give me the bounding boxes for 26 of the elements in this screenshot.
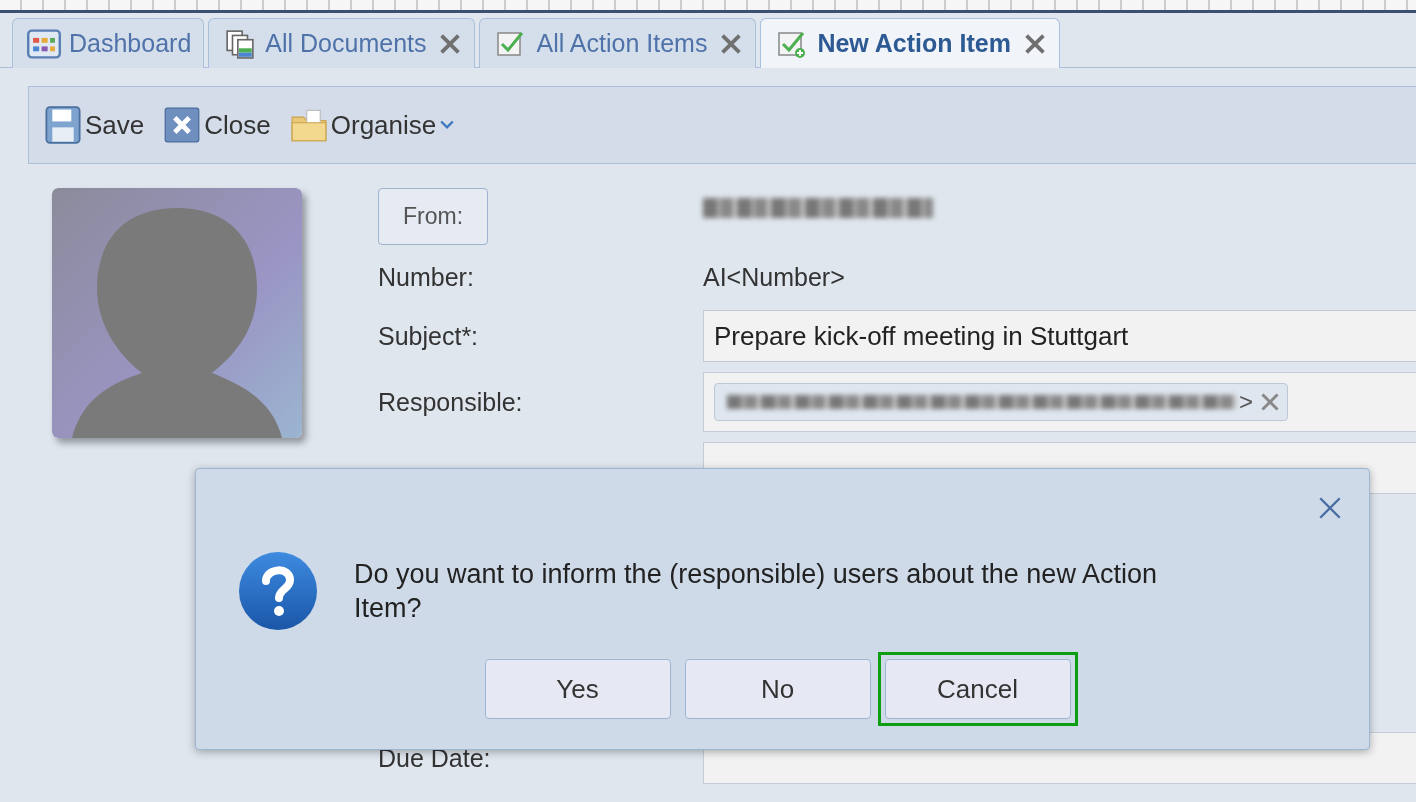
- dialog-button[interactable]: No: [684, 659, 871, 719]
- user-chip[interactable]: >: [714, 383, 1288, 421]
- responsible-field[interactable]: >: [703, 372, 1416, 432]
- tab[interactable]: New Action Item: [760, 18, 1060, 68]
- dialog-message: Do you want to inform the (responsible) users about the new Action Item?: [354, 558, 1158, 625]
- tab[interactable]: All Documents: [208, 18, 476, 68]
- close-icon[interactable]: [1317, 495, 1343, 521]
- field-label: Subject*:: [378, 321, 480, 351]
- toolbar-button[interactable]: Close: [164, 106, 271, 144]
- dialog-button[interactable]: Cancel: [884, 659, 1071, 719]
- question-icon: [238, 551, 318, 631]
- from-button[interactable]: From:: [378, 188, 489, 245]
- toolbar-button[interactable]: Save: [45, 106, 145, 144]
- input-field[interactable]: Prepare kick-off meeting in Stuttgart: [703, 310, 1416, 362]
- close-icon: [164, 106, 201, 144]
- field-label: Responsible:: [378, 387, 524, 417]
- tab[interactable]: Dashboard: [12, 18, 205, 68]
- remove-icon[interactable]: [1261, 393, 1279, 411]
- field-label: Number:: [378, 262, 475, 292]
- chip-text: >: [1239, 388, 1253, 416]
- dialog-button[interactable]: Yes: [484, 659, 671, 719]
- dashboard-icon: [27, 28, 61, 59]
- toolbar-button[interactable]: Organise: [290, 106, 455, 144]
- number-value: AI<Number>: [703, 262, 845, 292]
- field-label: Due Date:: [378, 743, 492, 773]
- tab[interactable]: All Action Items: [479, 18, 757, 68]
